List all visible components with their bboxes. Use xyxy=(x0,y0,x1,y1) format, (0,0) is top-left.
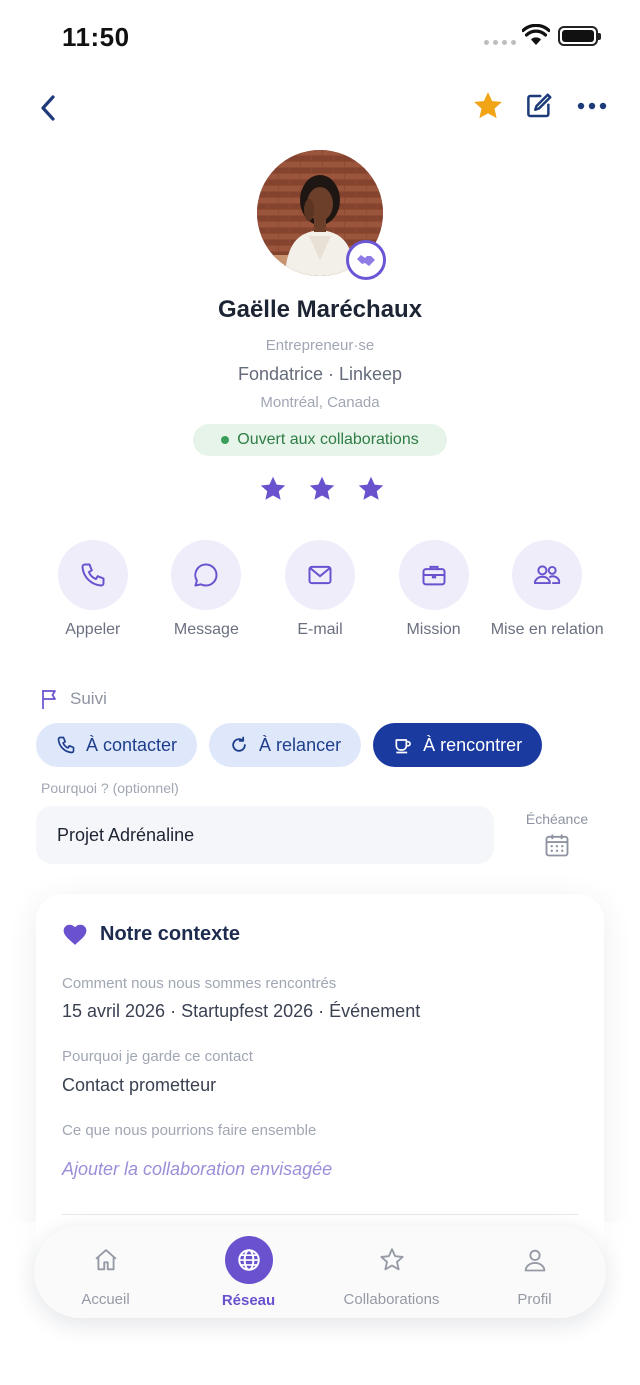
action-label: Mise en relation xyxy=(490,621,604,638)
edit-icon xyxy=(527,93,552,118)
action-label: E-mail xyxy=(297,621,343,638)
briefcase-icon xyxy=(422,565,446,586)
introduction-action[interactable]: Mise en relation xyxy=(490,540,604,639)
flag-icon xyxy=(42,690,56,709)
quick-actions: Appeler Message E-mail Mission Mise en r… xyxy=(36,540,604,639)
reason-label: Pourquoi ? (optionnel) xyxy=(41,780,179,796)
user-icon xyxy=(524,1249,545,1271)
nav-home[interactable]: Accueil xyxy=(41,1237,171,1308)
wifi-icon xyxy=(521,23,551,51)
context-title: Notre contexte xyxy=(62,922,240,946)
battery-icon xyxy=(558,26,601,46)
chip-follow-up[interactable]: À relancer xyxy=(209,723,362,767)
chip-label: À contacter xyxy=(86,734,178,755)
rating-star-icon[interactable] xyxy=(356,474,386,504)
bottom-nav: Accueil Réseau Collaborations Profil xyxy=(34,1226,606,1318)
heart-icon xyxy=(63,924,87,945)
action-label: Mission xyxy=(406,621,461,638)
cellular-signal-icon xyxy=(484,40,516,45)
followup-chips: À contacter À relancer À rencontrer xyxy=(36,723,543,767)
availability-badge: Ouvert aux collaborations xyxy=(193,424,447,456)
due-date-label: Échéance xyxy=(525,811,589,827)
nav-label: Profil xyxy=(517,1290,552,1308)
handshake-badge-icon xyxy=(346,240,386,280)
chip-to-meet[interactable]: À rencontrer xyxy=(373,723,543,767)
coffee-icon xyxy=(395,739,411,754)
meeting-value[interactable]: 15 avril 2026 · Startupfest 2026 · Événe… xyxy=(62,1001,420,1022)
profile-location: Montréal, Canada xyxy=(260,394,380,411)
reason-field[interactable]: Projet Adrénaline xyxy=(36,806,494,864)
people-icon xyxy=(534,565,561,585)
calendar-icon xyxy=(545,834,569,857)
email-action[interactable]: E-mail xyxy=(263,540,377,639)
refresh-icon xyxy=(232,736,246,752)
collaboration-field[interactable]: Ajouter la collaboration envisagée xyxy=(62,1159,332,1180)
phone-icon xyxy=(57,736,75,754)
chip-label: À rencontrer xyxy=(423,734,523,755)
home-icon xyxy=(94,1248,117,1270)
nav-label: Réseau xyxy=(221,1291,276,1309)
followup-title: Suivi xyxy=(70,689,107,708)
chip-to-contact[interactable]: À contacter xyxy=(36,723,198,767)
edit-button[interactable] xyxy=(521,88,557,124)
rating-stars[interactable] xyxy=(258,474,386,504)
star-filled-icon xyxy=(474,92,502,119)
meeting-label: Comment nous nous sommes rencontrés xyxy=(62,975,337,992)
back-button[interactable] xyxy=(34,90,62,126)
nav-label: Accueil xyxy=(81,1290,130,1308)
chip-label: À relancer xyxy=(259,734,342,755)
collaboration-label: Ce que nous pourrions faire ensemble xyxy=(62,1122,317,1139)
availability-label: Ouvert aux collaborations xyxy=(237,431,419,448)
rating-star-icon[interactable] xyxy=(258,474,288,504)
nav-label: Collaborations xyxy=(343,1290,440,1308)
profile-company: Fondatrice · Linkeep xyxy=(237,364,403,384)
status-dot-icon xyxy=(221,436,230,444)
mission-action[interactable]: Mission xyxy=(377,540,491,639)
message-action[interactable]: Message xyxy=(150,540,264,639)
due-date-button[interactable]: Échéance xyxy=(512,811,602,859)
nav-profile[interactable]: Profil xyxy=(470,1237,600,1308)
action-label: Message xyxy=(173,621,239,638)
divider xyxy=(62,1214,578,1215)
message-icon xyxy=(194,563,218,587)
action-label: Appeler xyxy=(65,621,121,638)
phone-icon xyxy=(81,563,105,587)
followup-section-title: Suivi xyxy=(40,688,107,710)
keep-reason-label: Pourquoi je garde ce contact xyxy=(62,1048,253,1065)
rating-star-icon[interactable] xyxy=(307,474,337,504)
status-time: 11:50 xyxy=(62,22,130,52)
context-title-text: Notre contexte xyxy=(100,922,241,945)
more-button[interactable] xyxy=(574,88,610,124)
mail-icon xyxy=(308,565,332,585)
nav-network[interactable]: Réseau xyxy=(184,1235,314,1309)
favorite-button[interactable] xyxy=(470,88,506,124)
globe-icon xyxy=(237,1248,260,1271)
profile-role: Entrepreneur·se xyxy=(265,337,375,354)
keep-reason-value[interactable]: Contact prometteur xyxy=(62,1075,216,1096)
star-outline-icon xyxy=(379,1247,404,1270)
profile-name: Gaëlle Maréchaux xyxy=(217,296,423,323)
chevron-left-icon xyxy=(41,95,55,121)
nav-collaborations[interactable]: Collaborations xyxy=(327,1237,457,1308)
more-horizontal-icon xyxy=(577,102,607,110)
call-action[interactable]: Appeler xyxy=(36,540,150,639)
